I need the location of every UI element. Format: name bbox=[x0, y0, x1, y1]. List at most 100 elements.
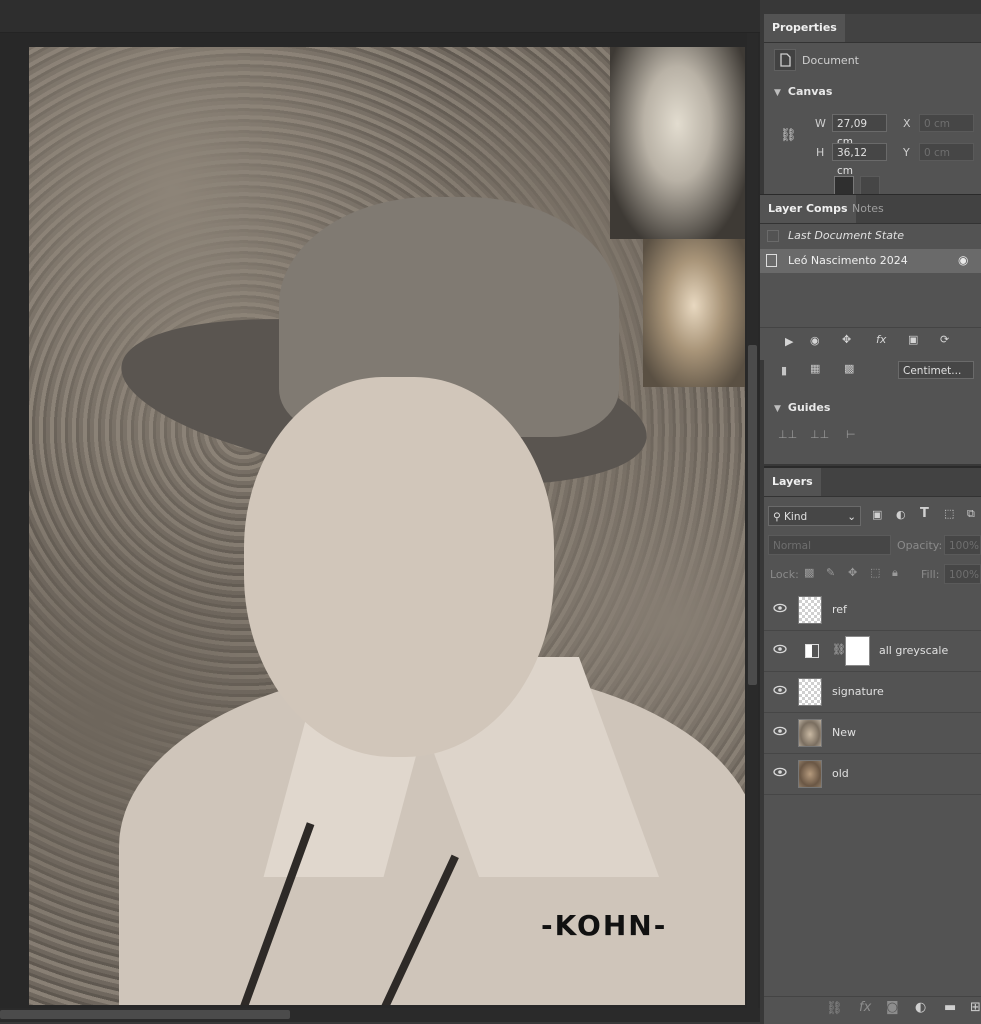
fill-label: Fill: bbox=[921, 568, 940, 581]
tab-layer-comps[interactable]: Layer Comps bbox=[760, 195, 856, 223]
layer-comp-icon bbox=[766, 254, 777, 267]
layer-comp-item[interactable]: Leó Nascimento 2024 ◉ bbox=[760, 249, 981, 273]
layers-tabbar: Layers bbox=[764, 468, 981, 497]
layer-row[interactable]: ⛓ all greyscale bbox=[764, 631, 981, 672]
position-comp-icon[interactable]: ✥ bbox=[842, 333, 851, 346]
layer-row[interactable]: New bbox=[764, 713, 981, 754]
x-label: X bbox=[903, 117, 911, 130]
portrait-orientation-icon[interactable] bbox=[834, 176, 854, 196]
layer-name: old bbox=[832, 767, 849, 780]
type-filter-icon[interactable]: T bbox=[920, 506, 929, 521]
height-field[interactable]: 36,12 cm bbox=[832, 143, 887, 177]
search-icon: ⚲ bbox=[773, 511, 781, 523]
options-bar bbox=[0, 0, 760, 33]
fx-icon[interactable]: fx bbox=[859, 1000, 871, 1015]
document-canvas[interactable]: -KOHN- bbox=[29, 47, 745, 1005]
x-field[interactable]: 0 cm bbox=[919, 114, 974, 132]
layer-comp-last-state[interactable]: Last Document State bbox=[760, 224, 981, 248]
properties-lower-section: ▮ ▦ ▩ Centimet... ▼ Guides ⊥⊥ ⊥⊥ ⊢ bbox=[764, 359, 981, 464]
width-field[interactable]: 27,09 cm bbox=[832, 114, 887, 148]
ruler-icon[interactable]: ▮ bbox=[781, 364, 787, 377]
layer-mask-thumbnail[interactable] bbox=[845, 636, 870, 666]
layer-name: New bbox=[832, 726, 856, 739]
layers-bottom-toolbar: ⛓ fx ◙ ◐ ▬ ⊞ bbox=[764, 996, 981, 1023]
smart-object-filter-icon[interactable]: ⧉ bbox=[967, 507, 975, 521]
layer-row[interactable]: ref bbox=[764, 590, 981, 631]
opacity-field[interactable]: 100% bbox=[944, 535, 981, 555]
properties-tabbar: Properties bbox=[764, 14, 981, 43]
link-icon[interactable]: ⛓ bbox=[780, 128, 797, 143]
horizontal-scroll-thumb[interactable] bbox=[0, 1010, 290, 1019]
smart-object-comp-icon[interactable]: ▣ bbox=[908, 333, 918, 346]
canvas-signature: -KOHN- bbox=[541, 909, 668, 942]
lock-label: Lock: bbox=[770, 568, 799, 581]
eye-icon[interactable] bbox=[773, 685, 787, 695]
layer-thumbnail bbox=[798, 596, 822, 624]
pixel-grid-icon[interactable]: ▩ bbox=[844, 362, 854, 375]
y-label: Y bbox=[903, 146, 910, 159]
eye-icon[interactable] bbox=[773, 767, 787, 777]
eye-icon[interactable] bbox=[773, 603, 787, 613]
new-group-icon[interactable]: ▬ bbox=[944, 1000, 956, 1015]
visibility-comp-icon[interactable]: ◉ bbox=[810, 334, 820, 347]
lock-artboard-icon[interactable]: ⬚ bbox=[870, 566, 880, 579]
layer-comp-label: Last Document State bbox=[788, 229, 905, 242]
chevron-down-icon: ⌄ bbox=[847, 511, 856, 523]
adjustment-layer-icon bbox=[805, 644, 819, 658]
units-select[interactable]: Centimet... bbox=[898, 361, 974, 379]
vertical-scroll-thumb[interactable] bbox=[748, 345, 757, 685]
layer-thumbnail bbox=[798, 678, 822, 706]
checkbox-icon[interactable] bbox=[767, 230, 779, 242]
layer-comps-panel: Layer Comps Notes Last Document State Le… bbox=[760, 194, 981, 360]
play-icon[interactable]: ▶ bbox=[785, 335, 793, 348]
new-layer-icon[interactable]: ⊞ bbox=[970, 1000, 981, 1015]
layer-filter-select[interactable]: ⚲ Kind ⌄ bbox=[768, 506, 861, 526]
tab-notes[interactable]: Notes bbox=[844, 195, 892, 223]
lock-position-icon[interactable]: ✥ bbox=[848, 566, 857, 579]
reference-photo-portrait bbox=[610, 47, 745, 239]
eye-icon[interactable] bbox=[773, 726, 787, 736]
guides-section-header[interactable]: ▼ Guides bbox=[774, 401, 830, 414]
add-mask-icon[interactable]: ◙ bbox=[886, 1000, 899, 1015]
fill-field[interactable]: 100% bbox=[944, 564, 981, 584]
properties-panel: Properties Document ▼ Canvas ⛓ W 27,09 cm… bbox=[764, 14, 981, 196]
link-icon[interactable]: ⛓ bbox=[832, 643, 846, 656]
guide-layout-icon[interactable]: ⊥⊥ bbox=[778, 428, 797, 441]
layer-name: all greyscale bbox=[879, 644, 949, 657]
reference-photo-hat bbox=[643, 239, 745, 387]
layer-comps-toolbar: ▶ ◉ ✥ fx ▣ ⟳ bbox=[760, 327, 981, 361]
tab-layers[interactable]: Layers bbox=[764, 468, 821, 496]
tab-properties[interactable]: Properties bbox=[764, 14, 845, 42]
layers-panel: Layers ⚲ Kind ⌄ ▣ ◐ T ⬚ ⧉ Normal Opacity… bbox=[764, 466, 981, 1024]
shape-filter-icon[interactable]: ⬚ bbox=[944, 507, 954, 520]
lock-transparent-icon[interactable]: ▩ bbox=[804, 566, 814, 579]
link-layers-icon[interactable]: ⛓ bbox=[826, 1001, 843, 1016]
document-icon bbox=[774, 49, 796, 71]
chevron-down-icon: ▼ bbox=[774, 88, 781, 98]
layer-row[interactable]: old bbox=[764, 754, 981, 795]
refresh-icon[interactable]: ⟳ bbox=[940, 333, 949, 346]
y-field[interactable]: 0 cm bbox=[919, 143, 974, 161]
landscape-orientation-icon[interactable] bbox=[860, 176, 880, 196]
layer-thumbnail bbox=[798, 719, 822, 747]
adjustment-filter-icon[interactable]: ◐ bbox=[896, 508, 906, 521]
canvas-section-header[interactable]: ▼ Canvas bbox=[774, 85, 832, 98]
pixel-filter-icon[interactable]: ▣ bbox=[872, 508, 882, 521]
lock-all-icon[interactable]: 🔒︎ bbox=[892, 566, 898, 580]
eye-icon[interactable]: ◉ bbox=[958, 253, 968, 267]
layer-row[interactable]: signature bbox=[764, 672, 981, 713]
guide-columns-icon[interactable]: ⊥⊥ bbox=[810, 428, 829, 441]
opacity-label: Opacity: bbox=[897, 539, 943, 552]
blend-mode-select[interactable]: Normal bbox=[768, 535, 891, 555]
layer-comps-tabbar: Layer Comps Notes bbox=[760, 195, 981, 224]
lock-paint-icon[interactable]: ✎ bbox=[826, 566, 835, 579]
height-label: H bbox=[816, 146, 825, 159]
new-adjustment-layer-icon[interactable]: ◐ bbox=[915, 1000, 926, 1015]
layer-thumbnail bbox=[798, 760, 822, 788]
fx-comp-icon[interactable]: fx bbox=[876, 333, 886, 346]
eye-icon[interactable] bbox=[773, 644, 787, 654]
layer-comp-label: Leó Nascimento 2024 bbox=[788, 254, 908, 267]
layer-name: signature bbox=[832, 685, 884, 698]
grid-icon[interactable]: ▦ bbox=[810, 362, 820, 375]
guide-slice-icon[interactable]: ⊢ bbox=[846, 428, 856, 441]
